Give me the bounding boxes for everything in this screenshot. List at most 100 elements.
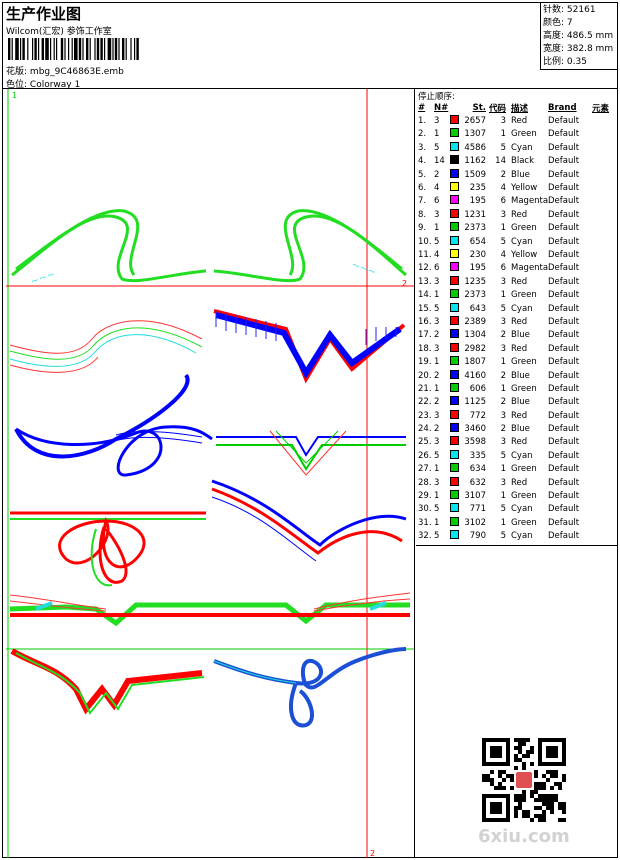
- row-description: Cyan: [511, 504, 533, 515]
- row-code: 3: [500, 316, 506, 327]
- row-stitches: 1235: [464, 276, 486, 287]
- motif-w-shape: [213, 309, 406, 384]
- color-swatch: [450, 369, 459, 379]
- row-stitches: 2982: [464, 343, 486, 354]
- row-needle: 1: [434, 357, 440, 368]
- row-brand: Default: [548, 316, 580, 327]
- row-description: Green: [511, 223, 537, 234]
- color-swatch: [450, 423, 459, 433]
- row-stitches: 772: [469, 410, 486, 421]
- row-code: 5: [500, 236, 506, 247]
- motif-green-wave-left: ~~~: [11, 209, 207, 288]
- color-swatch: [450, 342, 459, 352]
- row-index: 30.: [418, 504, 432, 515]
- row-description: Yellow: [511, 249, 538, 260]
- row-code: 2: [500, 397, 506, 408]
- row-stitches: 235: [469, 183, 486, 194]
- row-needle: 5: [434, 504, 440, 515]
- row-brand: Default: [548, 517, 580, 528]
- table-row: 29. 1 3107 1 Green Default: [416, 489, 618, 502]
- row-needle: 3: [434, 316, 440, 327]
- row-brand: Default: [548, 357, 580, 368]
- row-stitches: 230: [469, 249, 486, 260]
- row-brand: Default: [548, 156, 580, 167]
- row-code: 3: [500, 477, 506, 488]
- row-brand: Default: [548, 410, 580, 421]
- row-stitches: 195: [469, 196, 486, 207]
- row-stitches: 1307: [464, 129, 486, 140]
- color-swatch: [450, 449, 459, 459]
- row-needle: 1: [434, 464, 440, 475]
- table-row: 9. 1 2373 1 Green Default: [416, 222, 618, 235]
- row-description: Red: [511, 276, 528, 287]
- row-index: 26.: [418, 450, 432, 461]
- row-stitches: 1304: [464, 330, 486, 341]
- row-brand: Default: [548, 504, 580, 515]
- stop-sequence-table: 停止顺序: # N# St. 代码 描述 Brand 元素 1. 3 2657 3 Re…: [416, 89, 618, 543]
- header-needle: N#: [434, 102, 449, 113]
- row-stitches: 3107: [464, 491, 486, 502]
- row-description: Red: [511, 343, 528, 354]
- table-row: 31. 1 3102 1 Green Default: [416, 516, 618, 529]
- row-index: 1.: [418, 116, 427, 127]
- motif-sweep-lines: [9, 320, 203, 373]
- row-description: Cyan: [511, 142, 533, 153]
- row-code: 3: [500, 437, 506, 448]
- row-code: 1: [500, 383, 506, 394]
- row-index: 22.: [418, 397, 432, 408]
- row-index: 11.: [418, 249, 432, 260]
- row-description: Green: [511, 357, 537, 368]
- row-code: 1: [500, 517, 506, 528]
- row-code: 2: [500, 370, 506, 381]
- row-brand: Default: [548, 183, 580, 194]
- row-description: Red: [511, 477, 528, 488]
- row-needle: 3: [434, 437, 440, 448]
- row-stitches: 1509: [464, 169, 486, 180]
- row-stitches: 771: [469, 504, 486, 515]
- row-brand: Default: [548, 196, 580, 207]
- row-needle: 3: [434, 410, 440, 421]
- row-code: 1: [500, 357, 506, 368]
- color-swatch: [450, 141, 459, 151]
- row-description: Green: [511, 517, 537, 528]
- row-description: Red: [511, 316, 528, 327]
- row-needle: 3: [434, 209, 440, 220]
- header-brand: Brand: [548, 102, 577, 113]
- header-stitches: St.: [472, 102, 486, 113]
- row-needle: 1: [434, 290, 440, 301]
- table-row: 10. 5 654 5 Cyan Default: [416, 235, 618, 248]
- table-row: 11. 4 230 4 Yellow Default: [416, 248, 618, 261]
- row-description: Cyan: [511, 303, 533, 314]
- row-index: 21.: [418, 383, 432, 394]
- table-row: 7. 6 195 6 Magenta Default: [416, 195, 618, 208]
- color-swatch: [450, 115, 459, 125]
- table-row: 27. 1 634 1 Green Default: [416, 463, 618, 476]
- design-file-line: 花版: mbg_9C46863E.emb: [6, 64, 124, 77]
- table-row: 19. 1 1807 1 Green Default: [416, 355, 618, 368]
- row-description: Green: [511, 464, 537, 475]
- row-brand: Default: [548, 330, 580, 341]
- table-row: 15. 5 643 5 Cyan Default: [416, 302, 618, 315]
- row-brand: Default: [548, 142, 580, 153]
- row-description: Green: [511, 491, 537, 502]
- row-code: 1: [500, 290, 506, 301]
- page-title: 生产作业图: [6, 5, 82, 23]
- row-needle: 3: [434, 276, 440, 287]
- row-code: 1: [500, 491, 506, 502]
- row-code: 2: [500, 330, 506, 341]
- row-brand: Default: [548, 116, 580, 127]
- table-row: 23. 3 772 3 Red Default: [416, 409, 618, 422]
- stitch-count: 针数: 52161: [543, 5, 596, 15]
- row-code: 14: [495, 156, 506, 167]
- row-description: Cyan: [511, 236, 533, 247]
- row-index: 28.: [418, 477, 432, 488]
- motif-blue-curl: [213, 647, 407, 728]
- row-index: 13.: [418, 276, 432, 287]
- row-description: Red: [511, 437, 528, 448]
- header-element: 元素: [592, 103, 610, 114]
- table-row: 4. 14 1162 14 Black Default: [416, 155, 618, 168]
- row-stitches: 643: [469, 303, 486, 314]
- row-index: 3.: [418, 142, 427, 153]
- row-stitches: 1125: [464, 397, 486, 408]
- motif-blue-loops: [14, 373, 213, 477]
